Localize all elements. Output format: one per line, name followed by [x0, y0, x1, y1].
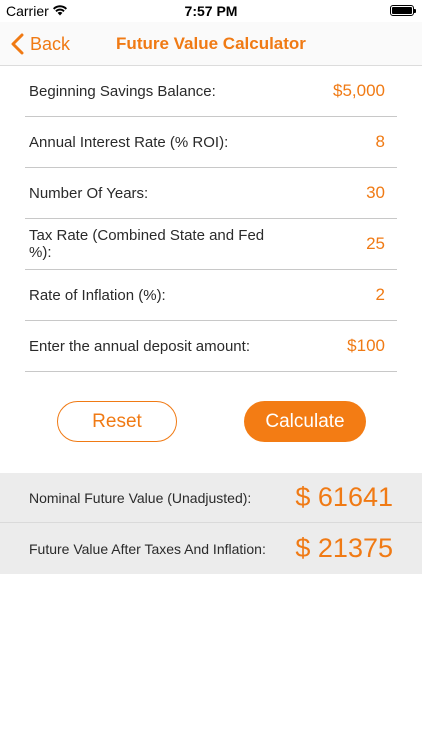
- interest-rate-row[interactable]: Annual Interest Rate (% ROI): 8: [25, 117, 397, 168]
- years-field[interactable]: 30: [366, 168, 385, 218]
- beginning-balance-row[interactable]: Beginning Savings Balance: $5,000: [25, 66, 397, 117]
- row-label: Annual Interest Rate (% ROI):: [29, 133, 229, 151]
- status-time: 7:57 PM: [184, 3, 238, 19]
- tax-rate-row[interactable]: Tax Rate (Combined State and Fed %): 25: [25, 219, 397, 270]
- adjusted-value: $ 21375: [295, 533, 393, 563]
- row-label: Number Of Years:: [29, 184, 149, 202]
- inflation-row[interactable]: Rate of Inflation (%): 2: [25, 270, 397, 321]
- row-label: Enter the annual deposit amount:: [29, 337, 250, 355]
- annual-deposit-field[interactable]: $100: [347, 321, 385, 371]
- page-title: Future Value Calculator: [116, 34, 306, 53]
- battery-icon: [390, 5, 416, 16]
- nominal-result-row: Nominal Future Value (Unadjusted): $ 616…: [0, 473, 422, 523]
- adjusted-label: Future Value After Taxes And Inflation:: [29, 540, 266, 557]
- reset-button[interactable]: Reset: [57, 401, 177, 442]
- results-panel: Nominal Future Value (Unadjusted): $ 616…: [0, 473, 422, 574]
- row-label: Beginning Savings Balance:: [29, 82, 216, 100]
- row-label: Rate of Inflation (%):: [29, 286, 166, 304]
- nav-bar: Back Future Value Calculator: [0, 22, 422, 66]
- nominal-value: $ 61641: [295, 482, 393, 512]
- tax-rate-field[interactable]: 25: [366, 219, 385, 269]
- beginning-balance-field[interactable]: $5,000: [333, 66, 385, 116]
- input-form: Beginning Savings Balance: $5,000 Annual…: [25, 66, 397, 372]
- adjusted-result-row: Future Value After Taxes And Inflation: …: [0, 523, 422, 574]
- years-row[interactable]: Number Of Years: 30: [25, 168, 397, 219]
- interest-rate-field[interactable]: 8: [376, 117, 385, 167]
- status-bar: Carrier 7:57 PM: [0, 0, 422, 22]
- inflation-field[interactable]: 2: [376, 270, 385, 320]
- annual-deposit-row[interactable]: Enter the annual deposit amount: $100: [25, 321, 397, 372]
- calculate-button[interactable]: Calculate: [244, 401, 366, 442]
- row-label: Tax Rate (Combined State and Fed %):: [29, 227, 265, 261]
- nominal-label: Nominal Future Value (Unadjusted):: [29, 489, 252, 506]
